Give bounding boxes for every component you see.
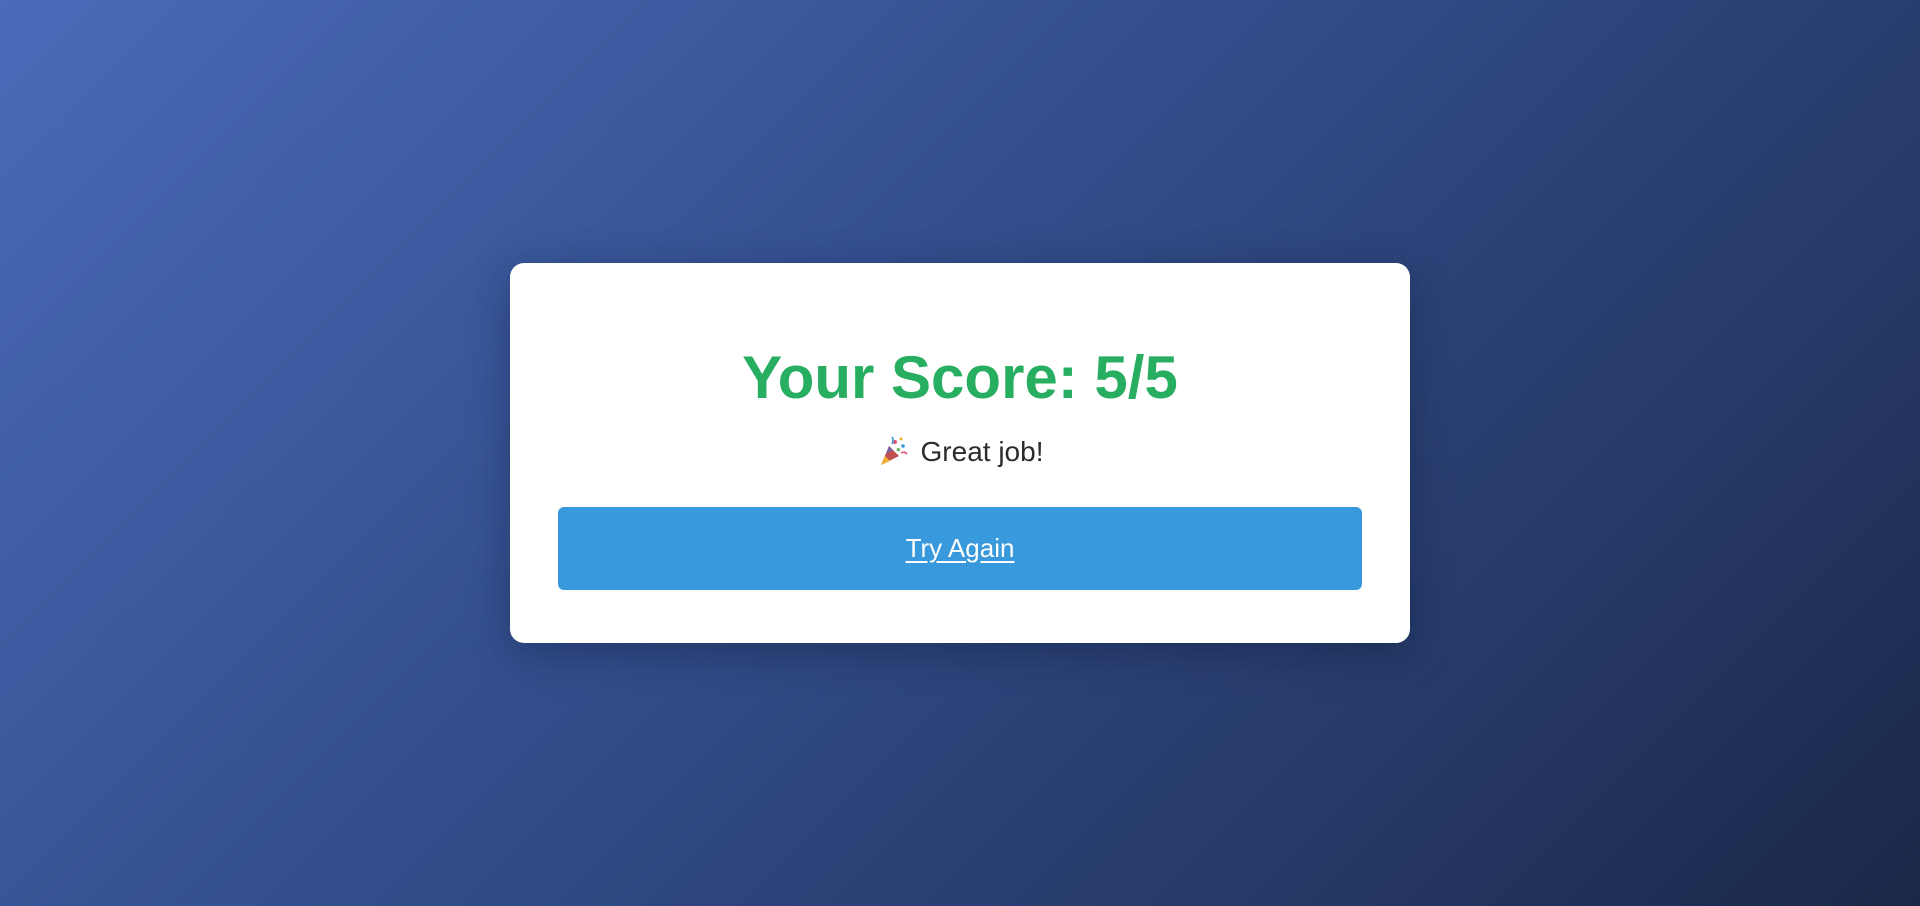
score-title: Your Score: 5/5 bbox=[742, 344, 1178, 411]
try-again-button[interactable]: Try Again bbox=[558, 507, 1362, 590]
score-card: Your Score: 5/5 Great job! Try Again bbox=[510, 263, 1410, 643]
party-popper-icon bbox=[877, 436, 909, 468]
result-message-text: Great job! bbox=[920, 436, 1044, 467]
result-message: Great job! bbox=[558, 435, 1362, 469]
